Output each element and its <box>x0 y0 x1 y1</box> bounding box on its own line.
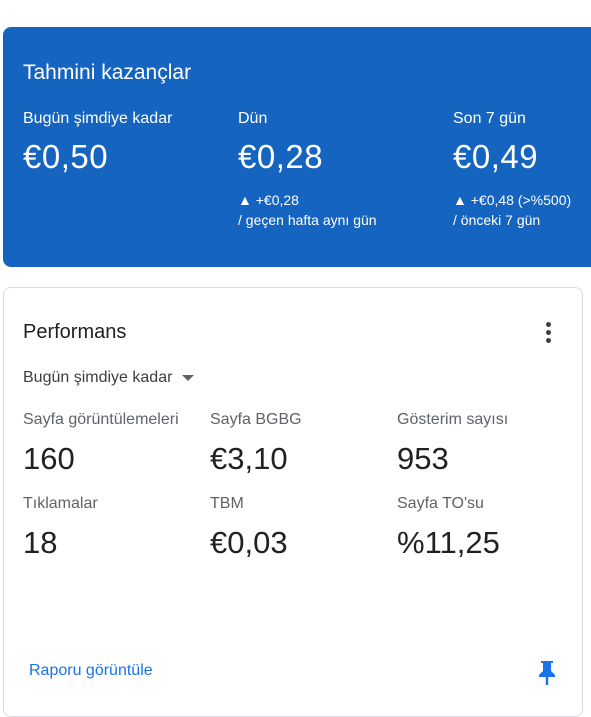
earnings-last7-value: €0,49 <box>453 138 539 175</box>
earnings-last7: Son 7 gün €0,49 ▲ +€0,48 (>%500) / öncek… <box>453 110 571 230</box>
metric-page-views: Sayfa görüntülemeleri 160 <box>23 411 191 477</box>
metric-value: 953 <box>397 441 449 476</box>
more-vert-icon[interactable] <box>538 322 558 344</box>
metric-value: 160 <box>23 441 75 476</box>
metric-label: Sayfa TO'su <box>397 495 484 512</box>
earnings-card: Tahmini kazançlar Bugün şimdiye kadar €0… <box>3 27 591 267</box>
metric-label: Sayfa BGBG <box>210 411 302 428</box>
earnings-last7-compare: / önceki 7 gün <box>453 212 541 228</box>
metric-value: €0,03 <box>210 525 288 560</box>
metric-label: TBM <box>210 495 244 512</box>
pin-icon[interactable] <box>538 660 556 686</box>
metric-label: Sayfa görüntülemeleri <box>23 411 179 428</box>
earnings-last7-change: ▲ +€0,48 (>%500) <box>453 192 572 208</box>
earnings-today: Bugün şimdiye kadar €0,50 <box>23 110 172 176</box>
earnings-yesterday-compare: / geçen hafta aynı gün <box>238 212 377 228</box>
arrow-drop-down-icon <box>182 375 195 381</box>
earnings-yesterday-label: Dün <box>238 110 268 127</box>
metric-impressions: Gösterim sayısı 953 <box>397 411 565 477</box>
earnings-yesterday-change: ▲ +€0,28 <box>238 192 299 208</box>
metric-page-ctr: Sayfa TO'su %11,25 <box>397 495 565 561</box>
earnings-today-value: €0,50 <box>23 138 109 175</box>
date-range-dropdown[interactable]: Bugün şimdiye kadar <box>23 369 195 387</box>
metric-value: 18 <box>23 525 58 560</box>
metric-cpc: TBM €0,03 <box>210 495 378 561</box>
metric-clicks: Tıklamalar 18 <box>23 495 191 561</box>
earnings-yesterday: Dün €0,28 ▲ +€0,28 / geçen hafta aynı gü… <box>238 110 377 230</box>
metric-label: Gösterim sayısı <box>397 411 509 428</box>
earnings-yesterday-value: €0,28 <box>238 138 324 175</box>
metric-page-rpm: Sayfa BGBG €3,10 <box>210 411 378 477</box>
metric-value: €3,10 <box>210 441 288 476</box>
earnings-title: Tahmini kazançlar <box>23 61 192 84</box>
performance-title: Performans <box>23 321 127 343</box>
view-report-link[interactable]: Raporu görüntüle <box>29 662 153 680</box>
earnings-today-label: Bugün şimdiye kadar <box>23 110 173 127</box>
earnings-last7-label: Son 7 gün <box>453 110 526 127</box>
metric-label: Tıklamalar <box>23 495 98 512</box>
date-range-label: Bugün şimdiye kadar <box>23 369 173 386</box>
performance-card: Performans Bugün şimdiye kadar Sayfa gör… <box>3 287 583 717</box>
metric-value: %11,25 <box>397 525 500 560</box>
